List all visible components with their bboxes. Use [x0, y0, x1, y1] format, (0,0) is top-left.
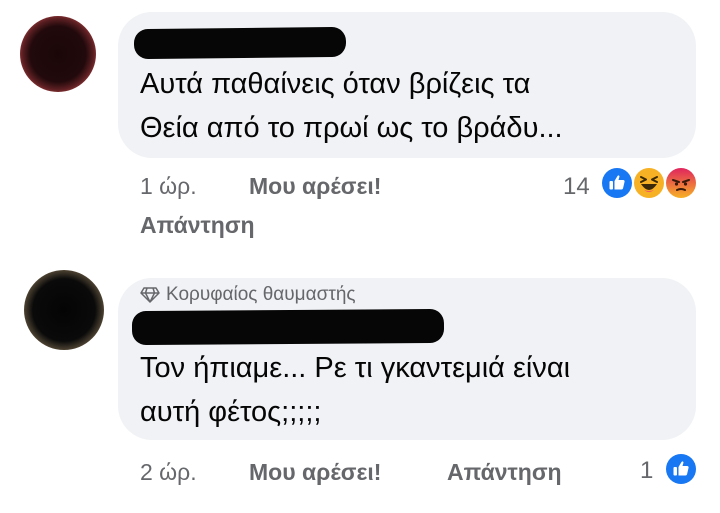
- comments-section: Αυτά παθαίνεις όταν βρίζεις τα Θεία από …: [0, 0, 720, 513]
- comment-text: Τον ήπιαμε... Ρε τι γκαντεμιά είναι αυτή…: [140, 346, 570, 434]
- avatar[interactable]: [24, 270, 104, 350]
- comment-time[interactable]: 2 ώρ.: [140, 459, 197, 486]
- haha-icon: [632, 166, 666, 200]
- like-icon: [600, 166, 634, 200]
- diamond-icon: [140, 287, 160, 303]
- reply-button[interactable]: Απάντηση: [140, 212, 255, 239]
- like-button[interactable]: Μου αρέσει!: [249, 173, 381, 200]
- comment-text-line: αυτή φέτος;;;;;: [140, 396, 322, 428]
- angry-icon: [664, 166, 698, 200]
- comment-text-line: Αυτά παθαίνεις όταν βρίζεις τα: [140, 68, 531, 100]
- badge-label: Κορυφαίος θαυμαστής: [166, 284, 356, 305]
- redacted-author-name: [133, 26, 347, 60]
- reaction-count[interactable]: 14: [563, 173, 590, 201]
- like-icon: [664, 452, 698, 486]
- top-fan-badge: Κορυφαίος θαυμαστής: [140, 284, 356, 306]
- redacted-author-name: [131, 308, 445, 346]
- comment-time[interactable]: 1 ώρ.: [140, 173, 197, 200]
- comment-text: Αυτά παθαίνεις όταν βρίζεις τα Θεία από …: [140, 62, 563, 150]
- comment-text-line: Θεία από το πρωί ως το βράδυ...: [140, 112, 563, 144]
- comment-text-line: Τον ήπιαμε... Ρε τι γκαντεμιά είναι: [140, 352, 571, 384]
- like-button[interactable]: Μου αρέσει!: [249, 459, 381, 486]
- reply-button[interactable]: Απάντηση: [447, 459, 562, 486]
- avatar[interactable]: [20, 16, 96, 92]
- reaction-count[interactable]: 1: [640, 457, 653, 485]
